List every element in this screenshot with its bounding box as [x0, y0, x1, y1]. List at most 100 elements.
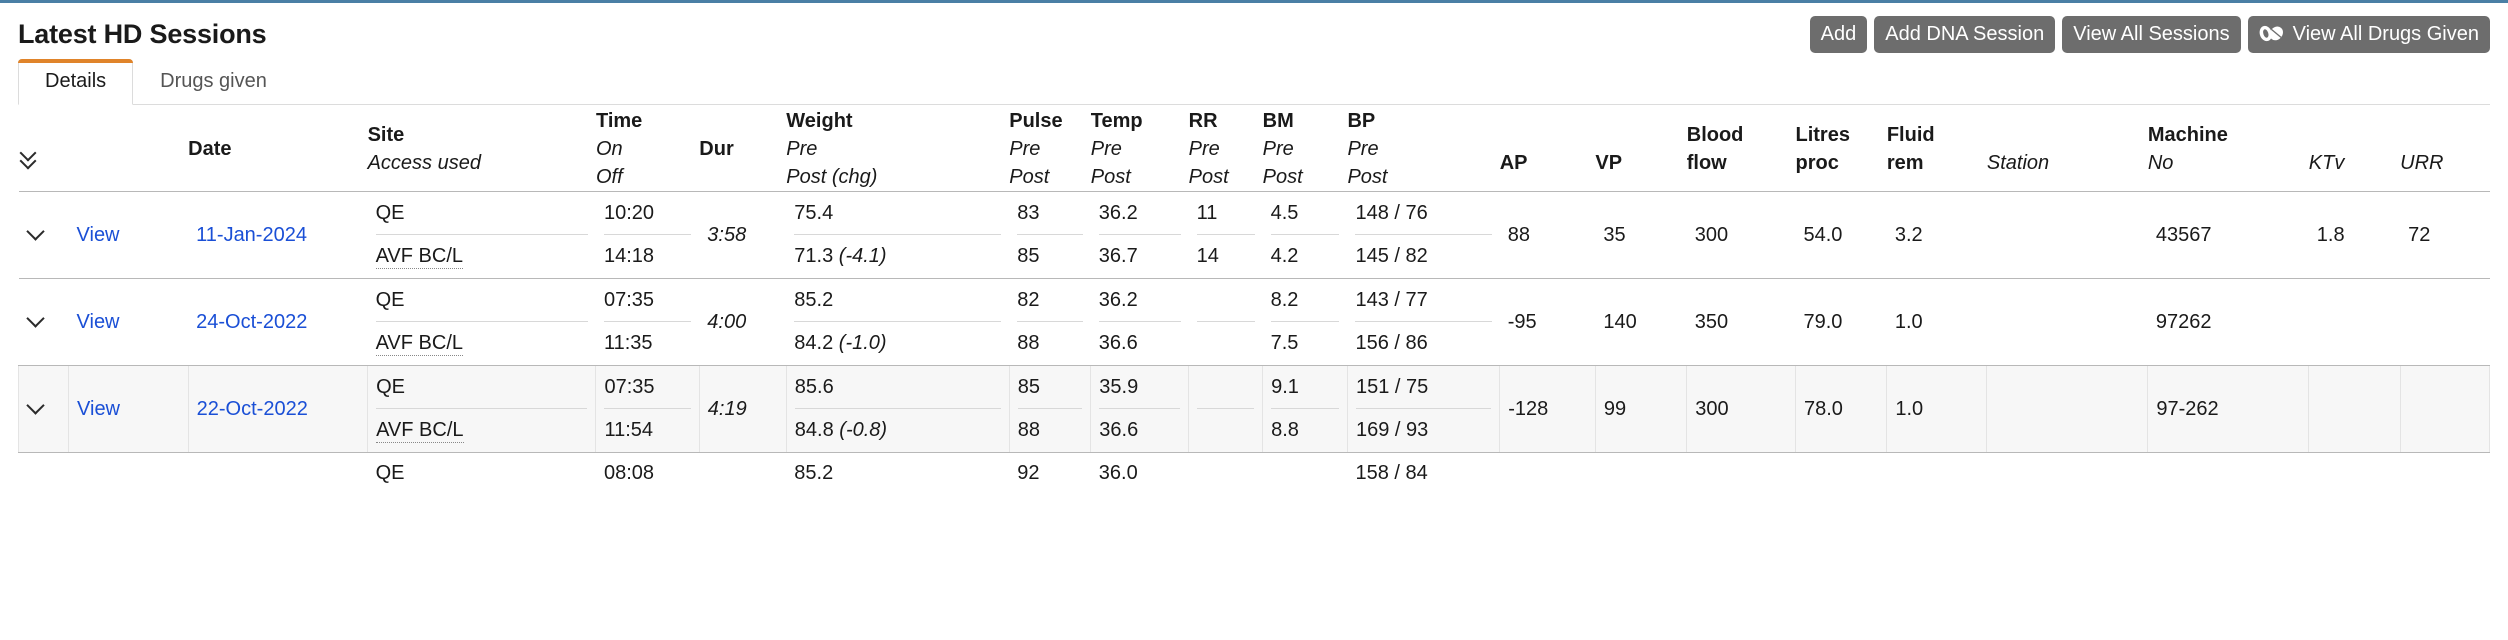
row-fluid-rem-cell: [1887, 453, 1987, 494]
row-expand-cell[interactable]: [19, 366, 69, 453]
col-view: [69, 107, 189, 192]
date-link[interactable]: 22-Oct-2022: [197, 398, 308, 420]
col-fluid-rem: Fluid rem: [1887, 107, 1987, 192]
col-blood-flow: Blood flow: [1687, 107, 1796, 192]
row-weight-cell: 85.6 84.8 (-0.8): [786, 366, 1009, 453]
row-fluid-rem-cell: 1.0: [1887, 366, 1987, 453]
row-view-cell[interactable]: View: [69, 192, 189, 279]
weight-pre: 85.2: [794, 289, 833, 312]
tab-drugs-given[interactable]: Drugs given: [133, 59, 294, 104]
bp-post: 156 / 86: [1355, 332, 1427, 355]
litres-proc-value: 79.0: [1804, 311, 1843, 334]
row-expand-cell[interactable]: [19, 192, 69, 279]
tab-drugs-given-label: Drugs given: [160, 70, 267, 92]
table-row[interactable]: View 11-Jan-2024 QE AVF BC/L 10:20 14:18…: [19, 192, 2490, 279]
fluid-rem-value: 1.0: [1895, 311, 1923, 334]
row-ap-cell: [1500, 453, 1596, 494]
view-all-drugs-given-button[interactable]: View All Drugs Given: [2248, 16, 2490, 53]
bm-pre: 4.5: [1271, 202, 1299, 225]
col-litres-proc-label-2: proc: [1796, 149, 1887, 177]
date-link[interactable]: 24-Oct-2022: [196, 311, 307, 333]
row-blood-flow-cell: 300: [1687, 192, 1796, 279]
pulse-pre: 83: [1017, 202, 1039, 225]
row-rr-cell: [1189, 279, 1263, 366]
row-expand-cell[interactable]: [19, 279, 69, 366]
vp-value: 99: [1604, 398, 1626, 421]
col-ktv-label: KTv: [2309, 149, 2400, 177]
page-title: Latest HD Sessions: [18, 19, 266, 50]
table-row[interactable]: View 22-Oct-2022 QE AVF BC/L 07:35 11:54…: [19, 366, 2490, 453]
col-pulse: Pulse Pre Post: [1009, 107, 1091, 192]
row-rr-cell: [1189, 453, 1263, 494]
panel-header: Latest HD Sessions Add Add DNA Session V…: [18, 3, 2490, 57]
col-litres-proc-label-1: Litres: [1796, 121, 1887, 149]
weight-pre: 85.2: [794, 462, 833, 485]
time-off: 11:54: [604, 419, 653, 442]
col-pulse-sub-pre: Pre: [1009, 135, 1091, 163]
table-head: Date Site Access used Time On Off: [19, 107, 2490, 192]
chevron-down-icon[interactable]: [27, 397, 45, 415]
row-view-cell[interactable]: [69, 453, 189, 494]
blood-flow-value: 300: [1695, 224, 1728, 247]
row-site-cell: QE AVF BC/L: [368, 366, 596, 453]
temp-post: 36.6: [1099, 332, 1138, 355]
col-bp-sub-pre: Pre: [1347, 135, 1499, 163]
row-weight-cell: 75.4 71.3 (-4.1): [786, 192, 1009, 279]
chevron-down-icon[interactable]: [27, 223, 45, 241]
col-date: Date: [188, 107, 367, 192]
expand-all-icon[interactable]: [19, 146, 39, 172]
pulse-pre: 82: [1017, 289, 1039, 312]
bm-pre: 8.2: [1271, 289, 1299, 312]
row-time-cell: 07:35 11:35: [596, 279, 699, 366]
sessions-table: Date Site Access used Time On Off: [18, 107, 2490, 493]
view-link[interactable]: View: [77, 311, 120, 333]
add-button[interactable]: Add: [1810, 16, 1868, 53]
ktv-value: 1.8: [2317, 224, 2345, 247]
row-dur-cell: 4:00: [699, 279, 786, 366]
view-link[interactable]: View: [77, 398, 120, 420]
row-date-cell[interactable]: [188, 453, 367, 494]
time-on: 10:20: [604, 202, 654, 225]
col-temp-sub-pre: Pre: [1091, 135, 1189, 163]
site-pre: QE: [376, 289, 405, 312]
row-expand-cell[interactable]: [19, 453, 69, 494]
tab-details[interactable]: Details: [18, 59, 133, 105]
pulse-post: 88: [1018, 419, 1040, 442]
table-row[interactable]: View 24-Oct-2022 QE AVF BC/L 07:35 11:35…: [19, 279, 2490, 366]
row-ktv-cell: [2309, 279, 2400, 366]
row-station-cell: [1987, 279, 2148, 366]
col-fluid-rem-label-2: rem: [1887, 149, 1987, 177]
row-bp-cell: 148 / 76 145 / 82: [1347, 192, 1499, 279]
table-row[interactable]: QE 08:08 85.2 92 36.0 158 / 84: [19, 453, 2490, 494]
row-date-cell[interactable]: 24-Oct-2022: [188, 279, 367, 366]
row-date-cell[interactable]: 22-Oct-2022: [188, 366, 367, 453]
tab-bar: Details Drugs given: [18, 61, 2490, 105]
row-urr-cell: [2400, 279, 2489, 366]
fluid-rem-value: 1.0: [1895, 398, 1923, 421]
pills-icon: [2259, 24, 2284, 43]
add-dna-session-button-label: Add DNA Session: [1885, 24, 2044, 44]
col-machine-no-label: No: [2148, 149, 2309, 177]
time-off: 11:35: [604, 332, 653, 355]
row-time-cell: 07:35 11:54: [596, 366, 699, 453]
chevron-down-icon[interactable]: [27, 310, 45, 328]
row-bp-cell: 143 / 77 156 / 86: [1347, 279, 1499, 366]
view-link[interactable]: View: [77, 224, 120, 246]
row-view-cell[interactable]: View: [69, 279, 189, 366]
add-dna-session-button[interactable]: Add DNA Session: [1874, 16, 2055, 53]
date-link[interactable]: 11-Jan-2024: [196, 224, 307, 246]
col-bm-sub-post: Post: [1263, 163, 1348, 191]
view-all-sessions-button[interactable]: View All Sessions: [2062, 16, 2240, 53]
row-view-cell[interactable]: View: [69, 366, 189, 453]
bp-post: 169 / 93: [1356, 419, 1428, 442]
row-date-cell[interactable]: 11-Jan-2024: [188, 192, 367, 279]
row-fluid-rem-cell: 1.0: [1887, 279, 1987, 366]
weight-post: 84.2: [794, 332, 833, 355]
col-bp: BP Pre Post: [1347, 107, 1499, 192]
machine-no-value: 97262: [2156, 311, 2212, 334]
time-off: 14:18: [604, 245, 654, 268]
row-temp-cell: 36.2 36.6: [1091, 279, 1189, 366]
row-pulse-cell: 92: [1009, 453, 1091, 494]
col-expand-all[interactable]: [19, 107, 69, 192]
row-litres-cell: [1796, 453, 1887, 494]
